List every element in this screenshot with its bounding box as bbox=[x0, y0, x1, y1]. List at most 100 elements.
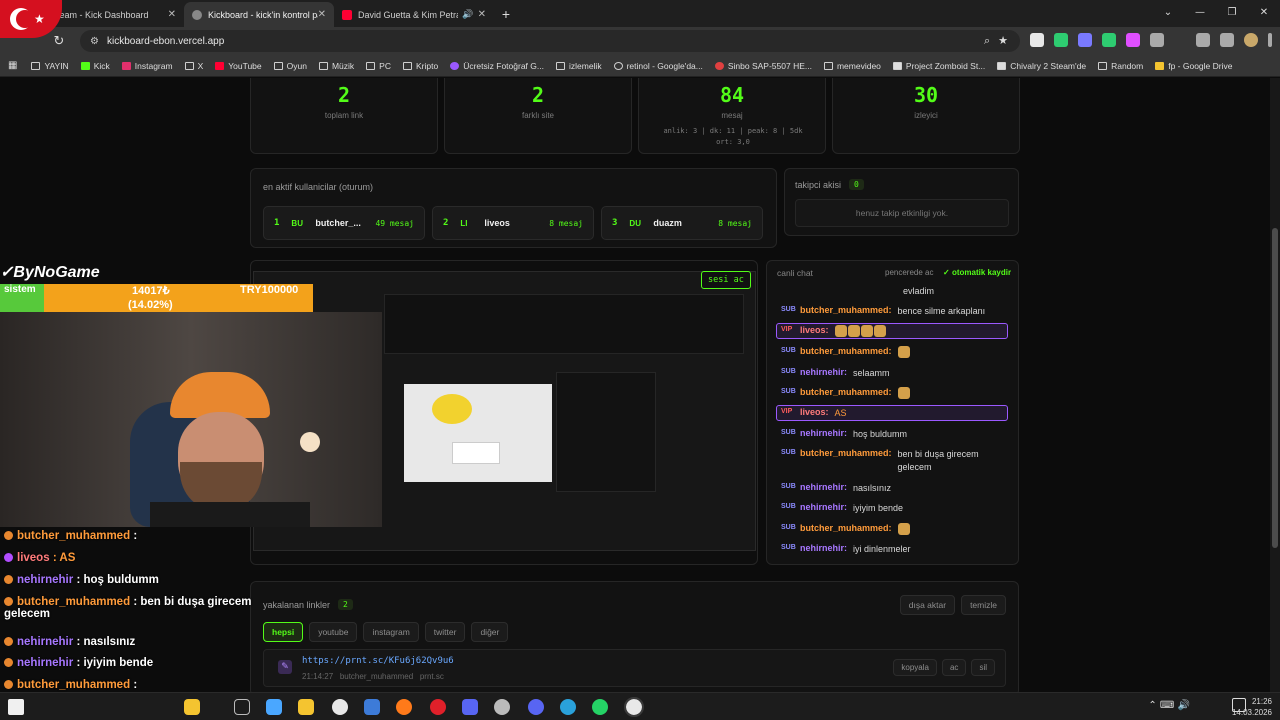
bookmark-item[interactable]: PC bbox=[366, 61, 391, 71]
url-text[interactable]: kickboard-ebon.vercel.app bbox=[107, 36, 224, 47]
bookmark-item[interactable]: Kripto bbox=[402, 61, 438, 71]
scrollbar-thumb[interactable] bbox=[1272, 228, 1278, 548]
bookmark-item[interactable]: Project Zomboid St... bbox=[892, 61, 985, 71]
chat-username[interactable]: butcher_muhammed: bbox=[800, 448, 892, 458]
bookmark-star-icon[interactable]: ★ bbox=[998, 34, 1008, 48]
delete-link-button[interactable]: sil bbox=[971, 659, 995, 676]
site-info-icon[interactable]: ⚙ bbox=[90, 36, 99, 47]
active-user-item[interactable]: 2 LI liveos 8 mesaj bbox=[432, 206, 594, 240]
discord-icon[interactable] bbox=[528, 699, 544, 715]
opera-icon[interactable] bbox=[430, 699, 446, 715]
close-tab-icon[interactable]: ✕ bbox=[318, 9, 326, 20]
filter-other[interactable]: diğer bbox=[471, 622, 509, 642]
unmute-button[interactable]: sesi ac bbox=[701, 271, 751, 289]
restore-icon[interactable]: ❐ bbox=[1216, 0, 1248, 27]
chrome-active-icon[interactable] bbox=[624, 697, 644, 717]
export-button[interactable]: dışa aktar bbox=[899, 595, 956, 615]
chat-message: SUB nehirnehir: hoş buldumm bbox=[781, 428, 1021, 441]
active-user-item[interactable]: 3 DU duazm 8 mesaj bbox=[601, 206, 763, 240]
filter-youtube[interactable]: youtube bbox=[309, 622, 358, 642]
reading-list-icon[interactable] bbox=[1220, 33, 1234, 47]
app-icon[interactable] bbox=[462, 699, 478, 715]
bookmark-item[interactable]: YouTube bbox=[215, 61, 262, 71]
bookmark-item[interactable]: Ücretsiz Fotoğraf G... bbox=[450, 61, 544, 71]
chat-username[interactable]: nehirnehir: bbox=[800, 543, 847, 553]
chat-username[interactable]: nehirnehir: bbox=[800, 482, 847, 492]
autoscroll-toggle[interactable]: ✓ otomatik kaydir bbox=[943, 268, 1011, 277]
notification-icon[interactable] bbox=[1232, 698, 1246, 712]
speaker-icon[interactable]: 🔊 bbox=[462, 10, 473, 20]
page-scrollbar[interactable] bbox=[1270, 78, 1280, 692]
clear-button[interactable]: temizle bbox=[961, 595, 1006, 615]
bookmark-item[interactable]: memevideo bbox=[823, 61, 881, 71]
puzzle-icon[interactable] bbox=[1150, 33, 1164, 47]
bookmark-item[interactable]: retinol - Google'da... bbox=[613, 61, 703, 71]
chat-username[interactable]: butcher_muhammed: bbox=[800, 305, 892, 315]
chat-username[interactable]: nehirnehir: bbox=[800, 502, 847, 512]
filter-twitter[interactable]: twitter bbox=[424, 622, 466, 642]
start-icon[interactable] bbox=[8, 699, 24, 715]
extension-icon[interactable] bbox=[1102, 33, 1116, 47]
address-bar[interactable]: ⚙ kickboard-ebon.vercel.app ⌕ ★ bbox=[80, 30, 1020, 52]
app-icon[interactable] bbox=[266, 699, 282, 715]
bookmark-item[interactable]: Sinbo SAP-5507 HE... bbox=[714, 61, 812, 71]
chat-username[interactable]: nehirnehir: bbox=[800, 428, 847, 438]
file-explorer-icon[interactable] bbox=[298, 699, 314, 715]
minimize-icon[interactable]: — bbox=[1184, 0, 1216, 27]
windows-taskbar: 21:26 14.03.2026 ⌃ ⌨ 🔊 bbox=[0, 692, 1280, 720]
chrome-icon[interactable] bbox=[332, 699, 348, 715]
extension-icon[interactable] bbox=[1054, 33, 1068, 47]
youtube-icon bbox=[215, 61, 225, 70]
avatar[interactable] bbox=[1244, 33, 1258, 47]
bookmark-item[interactable]: YAYIN bbox=[31, 61, 69, 71]
emote-icon bbox=[897, 523, 910, 535]
bookmark-item[interactable]: Kick bbox=[80, 61, 110, 71]
whatsapp-icon[interactable] bbox=[592, 699, 608, 715]
task-view-icon[interactable] bbox=[234, 699, 250, 715]
firefox-icon[interactable] bbox=[396, 699, 412, 715]
open-link-button[interactable]: ac bbox=[941, 659, 967, 676]
reload-icon[interactable]: ↻ bbox=[48, 34, 70, 49]
mail-icon[interactable] bbox=[364, 699, 380, 715]
chat-badge: SUB bbox=[781, 306, 796, 313]
active-user-item[interactable]: 1 BU butcher_... 49 mesaj bbox=[263, 206, 425, 240]
chat-username[interactable]: liveos: bbox=[800, 325, 829, 335]
new-tab-button[interactable]: + bbox=[494, 2, 518, 27]
tab-kickboard[interactable]: Kickboard - kick'in kontrol panel ✕ bbox=[184, 2, 334, 27]
popout-chat-link[interactable]: pencerede ac bbox=[885, 268, 933, 277]
apps-grid-icon[interactable]: ▦ bbox=[8, 60, 17, 71]
extension-icon[interactable] bbox=[1030, 33, 1044, 47]
filter-all[interactable]: hepsi bbox=[263, 622, 304, 642]
bookmark-item[interactable]: Oyun bbox=[273, 61, 307, 71]
close-tab-icon[interactable]: ✕ bbox=[478, 9, 486, 20]
copy-link-button[interactable]: kopyala bbox=[893, 659, 937, 676]
link-row[interactable]: ✎ https://prnt.sc/KFu6j62Qv9u6 21:14:27 … bbox=[263, 649, 1006, 687]
chat-username[interactable]: liveos: bbox=[800, 407, 829, 417]
steam-icon[interactable] bbox=[494, 699, 510, 715]
close-tab-icon[interactable]: ✕ bbox=[168, 9, 176, 20]
telegram-icon[interactable] bbox=[560, 699, 576, 715]
bookmark-item[interactable]: Instagram bbox=[121, 61, 173, 71]
chat-username[interactable]: nehirnehir: bbox=[800, 367, 847, 377]
bookmark-item[interactable]: Müzik bbox=[318, 61, 354, 71]
filter-instagram[interactable]: instagram bbox=[363, 622, 419, 642]
chat-username[interactable]: butcher_muhammed: bbox=[800, 387, 892, 397]
download-icon[interactable] bbox=[1196, 33, 1210, 47]
zoom-icon[interactable]: ⌕ bbox=[984, 34, 990, 48]
tray-icons[interactable]: ⌃ ⌨ 🔊 bbox=[1148, 700, 1190, 711]
tab-youtube-music[interactable]: David Guetta & Kim Petras 🔊 ✕ bbox=[334, 2, 494, 27]
copilot-icon[interactable] bbox=[184, 699, 200, 715]
close-window-icon[interactable]: ✕ bbox=[1248, 0, 1280, 27]
chat-username[interactable]: butcher_muhammed: bbox=[800, 523, 892, 533]
bookmark-item[interactable]: Random bbox=[1098, 61, 1143, 71]
bookmark-item[interactable]: X bbox=[184, 61, 203, 71]
bookmark-item[interactable]: Chivalry 2 Steam'de bbox=[997, 61, 1086, 71]
tab-search-icon[interactable]: ⌄ bbox=[1152, 0, 1184, 27]
bookmark-item[interactable]: fp - Google Drive bbox=[1155, 61, 1232, 71]
bookmark-item[interactable]: izlemelik bbox=[555, 61, 602, 71]
extension-icon[interactable] bbox=[1078, 33, 1092, 47]
link-url[interactable]: https://prnt.sc/KFu6j62Qv9u6 bbox=[302, 656, 454, 666]
extension-icon[interactable] bbox=[1126, 33, 1140, 47]
menu-dots-icon[interactable] bbox=[1268, 33, 1272, 47]
chat-username[interactable]: butcher_muhammed: bbox=[800, 346, 892, 356]
